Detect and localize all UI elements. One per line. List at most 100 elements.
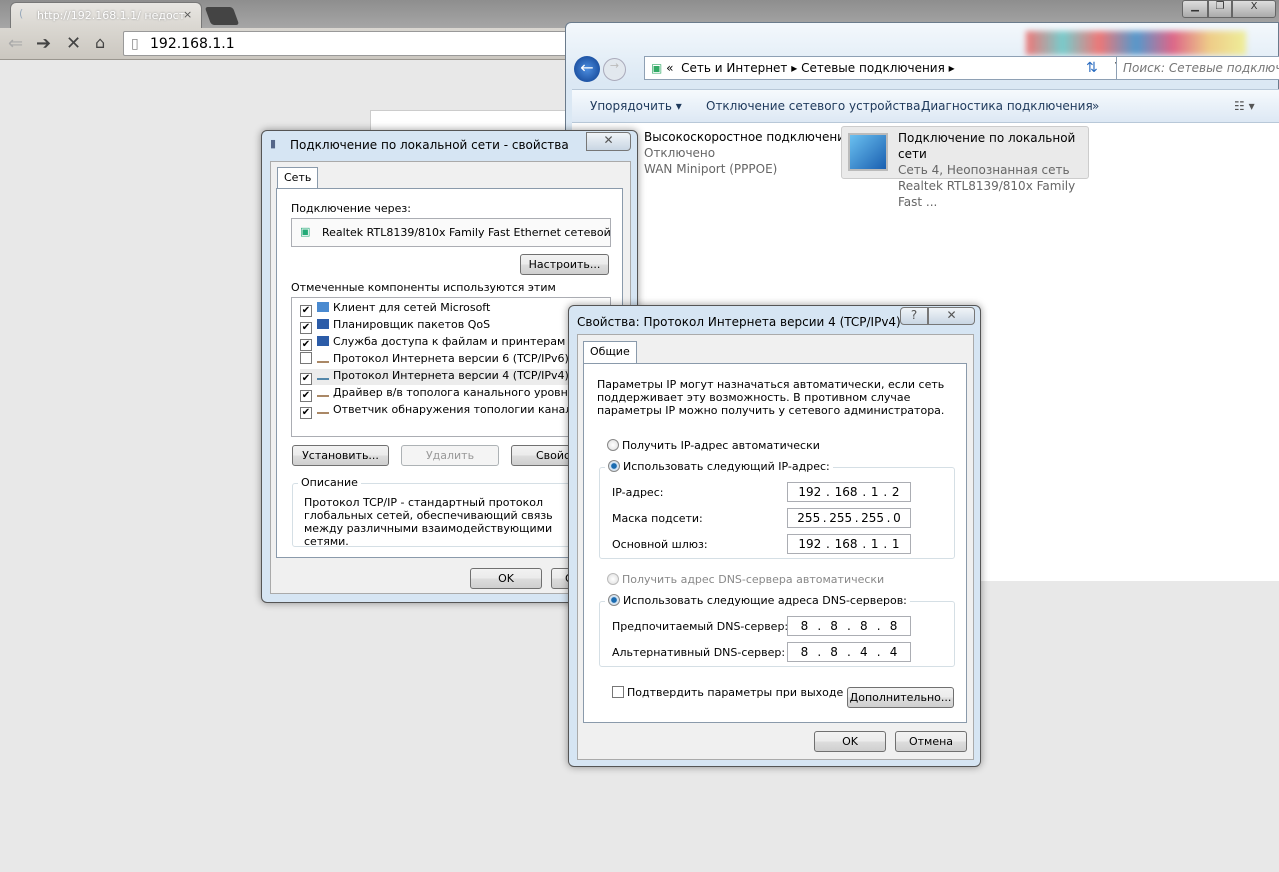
organize-button[interactable]: Упорядочить ▾	[590, 99, 682, 113]
checkbox[interactable]: ✔	[300, 373, 312, 385]
minimize-button[interactable]: ▁	[1182, 0, 1208, 18]
tab-general[interactable]: Общие	[583, 341, 637, 364]
breadcrumb-overflow[interactable]: «	[666, 61, 673, 75]
more-commands-button[interactable]: »	[1092, 99, 1099, 113]
breadcrumb-network-internet[interactable]: Сеть и Интернет	[681, 61, 787, 75]
gateway-label: Основной шлюз:	[612, 538, 708, 551]
gateway-input[interactable]: 192. 168. 1. 1	[787, 534, 911, 554]
tab-title: http://192.168.1.1/ недост	[37, 9, 186, 22]
install-button[interactable]: Установить...	[292, 445, 389, 466]
component-label: Ответчик обнаружения топологии канальног…	[333, 403, 606, 416]
checkbox[interactable]	[300, 352, 312, 364]
checkbox[interactable]: ✔	[300, 339, 312, 351]
advanced-button[interactable]: Дополнительно...	[847, 687, 954, 708]
dialog-title: Подключение по локальной сети - свойства	[290, 138, 569, 152]
connection-item[interactable]: Высокоскоростное подключение Отключено W…	[644, 129, 852, 177]
stop-icon[interactable]: ✕	[66, 33, 81, 54]
search-input[interactable]: Поиск: Сетевые подключени	[1116, 56, 1279, 80]
radio-icon	[607, 573, 619, 585]
validate-checkbox[interactable]: Подтвердить параметры при выходе	[612, 686, 843, 699]
component-item[interactable]: ✔ Планировщик пакетов QoS	[300, 318, 490, 334]
octet: 4	[889, 645, 898, 659]
adapter-field: ▣ Realtek RTL8139/810x Family Fast Ethern…	[291, 218, 611, 247]
octet: 255	[829, 511, 853, 525]
preferred-dns-label: Предпочитаемый DNS-сервер:	[612, 620, 789, 633]
taskbar-blur	[1026, 31, 1246, 55]
explorer-address-bar[interactable]: ▣ « Сеть и Интернет ▸ Сетевые подключени…	[644, 56, 1134, 80]
components-list[interactable]: ✔ Клиент для сетей Microsoft ✔ Планировщик…	[291, 297, 611, 437]
close-window-button[interactable]: X	[1232, 0, 1276, 18]
octet: 4	[860, 645, 868, 659]
forward-icon[interactable]: ➔	[36, 33, 51, 54]
checkbox[interactable]: ✔	[300, 322, 312, 334]
back-button[interactable]: ←	[574, 56, 600, 82]
subnet-mask-input[interactable]: 255. 255. 255. 0	[787, 508, 911, 528]
octet: 0	[893, 511, 901, 525]
connection-name: Высокоскоростное подключение	[644, 130, 853, 144]
octet: 8	[889, 619, 898, 633]
protocol-icon	[317, 370, 329, 380]
address-bar[interactable]: ▯ 192.168.1.1	[123, 31, 583, 56]
tab-network[interactable]: Сеть	[277, 167, 319, 189]
forward-button[interactable]: →	[603, 58, 626, 81]
cancel-button[interactable]: Отмена	[895, 731, 967, 752]
connection-device: WAN Miniport (PPPOE)	[644, 162, 778, 176]
component-item[interactable]: ✔ Драйвер в/в тополога канального уровня	[300, 386, 574, 402]
disable-device-button[interactable]: Отключение сетевого устройства	[706, 99, 920, 113]
intro-text: Параметры IP могут назначаться автоматич…	[597, 378, 945, 417]
back-icon[interactable]: ⇐	[8, 33, 23, 54]
tab-panel: Параметры IP могут назначаться автоматич…	[583, 363, 967, 723]
octet: 2	[891, 485, 900, 499]
component-item[interactable]: ✔ Ответчик обнаружения топологии канально…	[300, 403, 605, 419]
auto-dns-radio: Получить адрес DNS-сервера автоматически	[607, 573, 884, 586]
component-label: Планировщик пакетов QoS	[333, 318, 491, 331]
help-button[interactable]: ?	[900, 307, 928, 325]
component-item[interactable]: ✔ Клиент для сетей Microsoft	[300, 301, 490, 317]
radio-icon	[607, 439, 619, 451]
connection-status: Сеть 4, Неопознанная сеть	[898, 163, 1070, 177]
network-folder-icon: ▣	[651, 61, 667, 75]
preferred-dns-input[interactable]: 8.8.8.8	[787, 616, 911, 636]
dialog-title: Свойства: Протокол Интернета версии 4 (T…	[577, 315, 901, 329]
ok-button[interactable]: OK	[470, 568, 542, 589]
checkbox[interactable]: ✔	[300, 390, 312, 402]
breadcrumb-network-connections[interactable]: Сетевые подключения	[801, 61, 945, 75]
octet: 1	[891, 537, 900, 551]
auto-ip-radio[interactable]: Получить IP-адрес автоматически	[607, 439, 820, 452]
ip-address-input[interactable]: 192. 168. 1. 2	[787, 482, 911, 502]
component-label: Протокол Интернета версии 4 (TCP/IPv4)	[333, 369, 569, 382]
component-item[interactable]: Протокол Интернета версии 6 (TCP/IPv6)	[300, 352, 569, 365]
restore-button[interactable]: ❐	[1208, 0, 1232, 18]
configure-button[interactable]: Настроить...	[520, 254, 609, 275]
component-item[interactable]: ✔ Служба доступа к файлам и принтерам сет…	[300, 335, 602, 351]
home-icon[interactable]: ⌂	[95, 33, 105, 52]
octet: 168	[834, 485, 858, 499]
checkbox[interactable]: ✔	[300, 305, 312, 317]
view-options-icon[interactable]: ☷ ▾	[1234, 99, 1255, 113]
close-button[interactable]: ✕	[586, 132, 631, 151]
octet: 1	[870, 485, 879, 499]
manual-dns-radio[interactable]: Использовать следующие адреса DNS-сервер…	[605, 594, 910, 607]
connection-device: Realtek RTL8139/810x Family Fast ...	[898, 179, 1076, 209]
octet: 8	[800, 645, 809, 659]
connection-item[interactable]: Подключение по локальной сети Сеть 4, Не…	[841, 126, 1089, 209]
diagnose-button[interactable]: Диагностика подключения	[921, 99, 1093, 113]
radio-label: Получить IP-адрес автоматически	[622, 439, 820, 452]
octet: 192	[798, 485, 822, 499]
component-label: Драйвер в/в тополога канального уровня	[333, 386, 575, 399]
component-item-selected[interactable]: ✔ Протокол Интернета версии 4 (TCP/IPv4)	[300, 369, 569, 385]
alternate-dns-input[interactable]: 8.8.4.4	[787, 642, 911, 662]
manual-ip-radio[interactable]: Использовать следующий IP-адрес:	[605, 460, 833, 473]
close-button[interactable]: ✕	[928, 307, 975, 325]
octet: 8	[830, 619, 838, 633]
protocol-icon	[317, 387, 329, 397]
octet: 8	[800, 619, 809, 633]
refresh-icon[interactable]: ⇅	[1086, 60, 1098, 76]
checkbox[interactable]: ✔	[300, 407, 312, 419]
close-tab-icon[interactable]: ×	[183, 8, 192, 21]
alternate-dns-label: Альтернативный DNS-сервер:	[612, 646, 786, 659]
browser-tab[interactable]: (http://192.168.1.1/ недост ×	[10, 2, 202, 29]
ip-group: Использовать следующий IP-адрес: IP-адре…	[599, 460, 955, 559]
network-plug-icon: ▮	[270, 137, 277, 150]
ok-button[interactable]: OK	[814, 731, 886, 752]
